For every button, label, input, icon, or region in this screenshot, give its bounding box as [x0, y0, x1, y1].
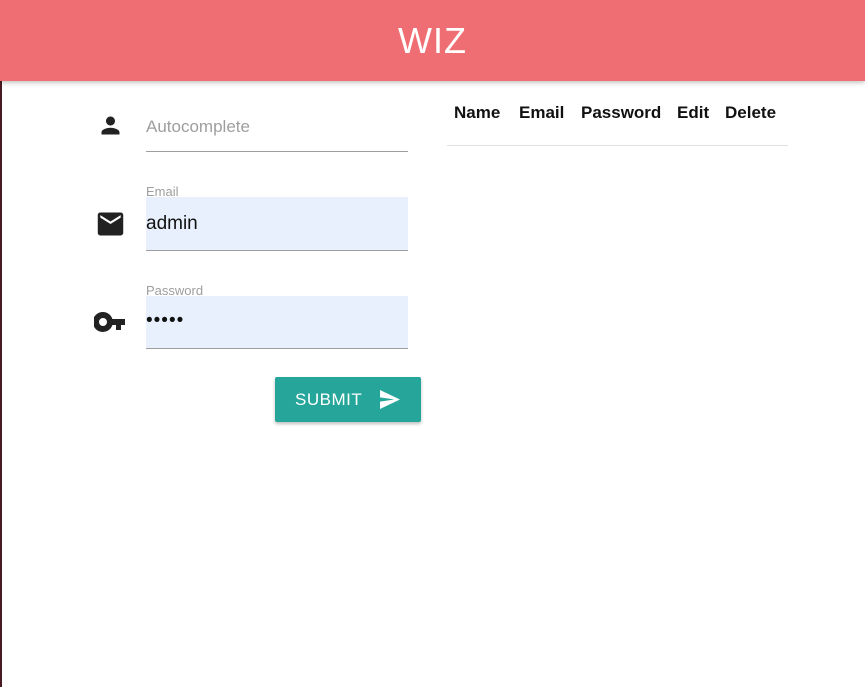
column-delete: Delete [725, 103, 777, 122]
password-field[interactable]: Password ••••• [146, 282, 408, 349]
password-value: ••••• [146, 310, 185, 331]
navbar: WIZ [0, 0, 865, 81]
submit-button[interactable]: SUBMIT [275, 377, 421, 422]
email-input[interactable]: admin [146, 197, 408, 250]
autocomplete-field[interactable]: Autocomplete [146, 117, 408, 152]
email-icon [95, 210, 126, 238]
key-icon [94, 311, 128, 333]
column-name: Name [454, 103, 501, 122]
send-icon [379, 390, 401, 414]
users-table-header: Name Email Password Edit Delete [447, 103, 788, 146]
submit-label: SUBMIT [295, 389, 363, 409]
email-value: admin [146, 213, 198, 234]
autocomplete-placeholder: Autocomplete [146, 117, 250, 136]
window-edge [0, 0, 2, 687]
column-password: Password [581, 103, 662, 122]
email-underline [146, 250, 408, 251]
autocomplete-underline [146, 151, 408, 152]
column-email: Email [519, 103, 565, 122]
password-underline [146, 348, 408, 349]
person-icon [97, 112, 124, 139]
column-edit: Edit [677, 103, 710, 122]
password-input[interactable]: ••••• [146, 296, 408, 348]
email-field[interactable]: Email admin [146, 183, 408, 251]
brand-logo[interactable]: WIZ [398, 20, 467, 62]
